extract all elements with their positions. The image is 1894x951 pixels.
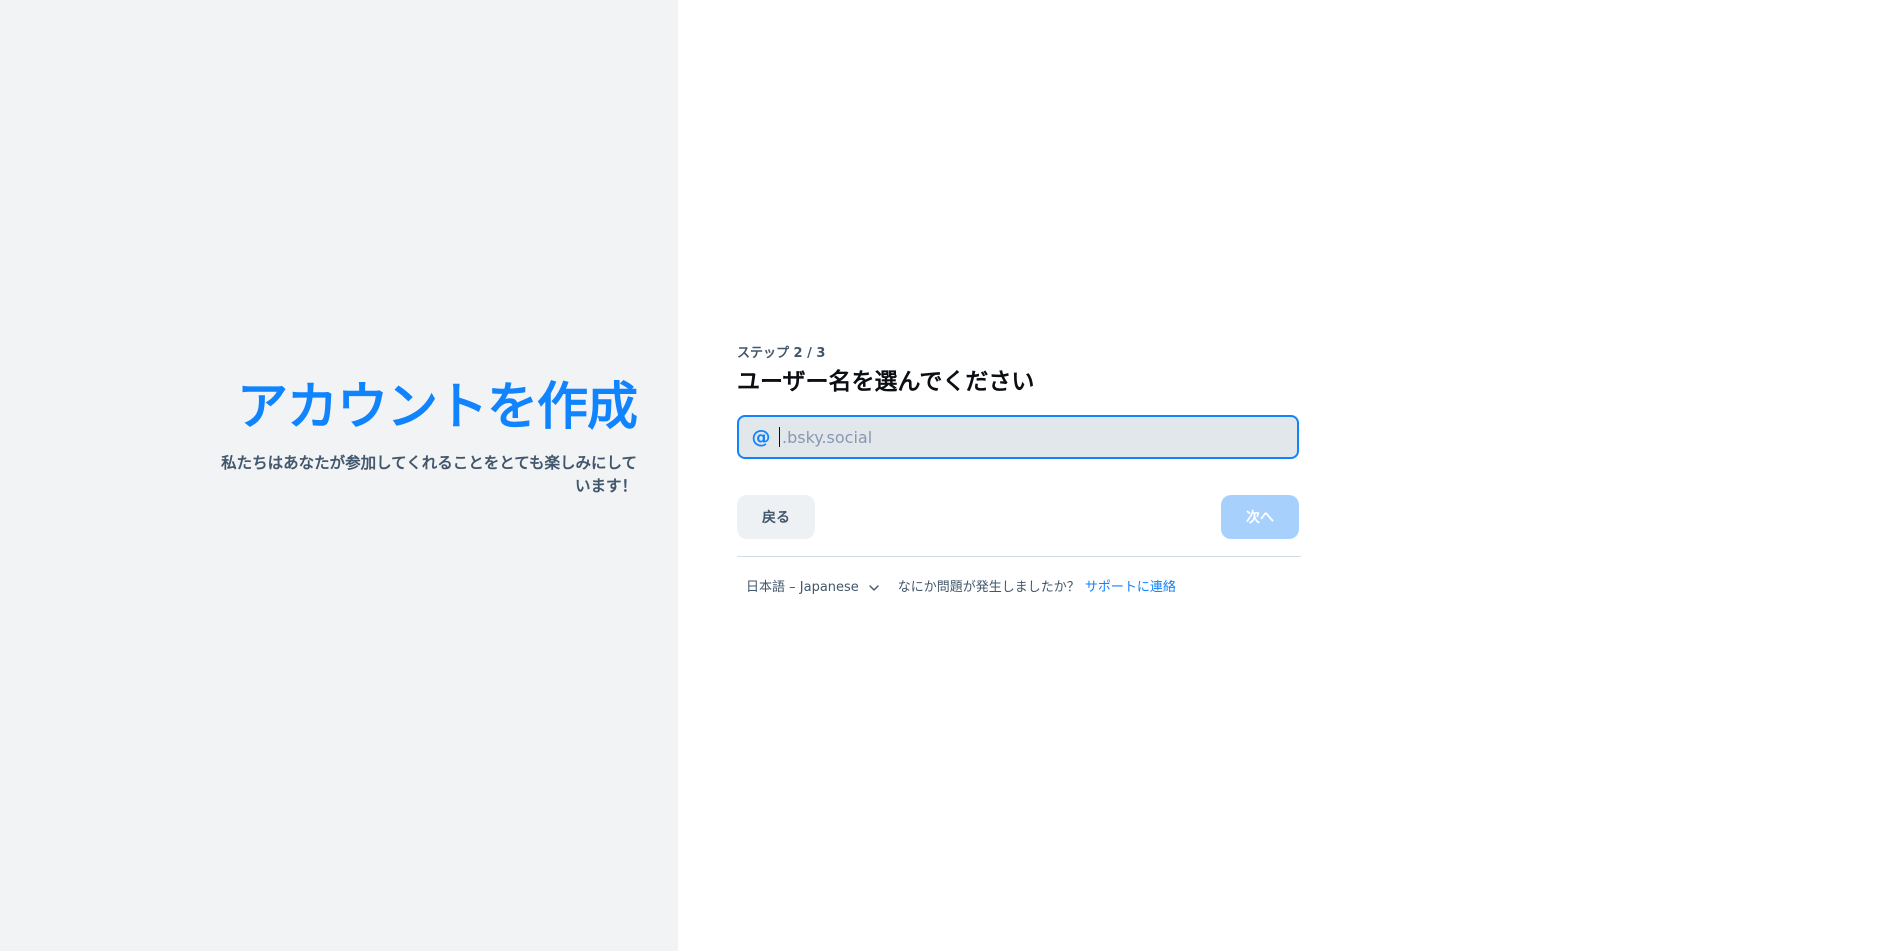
left-panel: アカウントを作成 私たちはあなたが参加してくれることをとても楽しみにしています！ xyxy=(0,0,678,951)
right-panel: ステップ 2 / 3 ユーザー名を選んでください @ 戻る 次へ 日本語 – J… xyxy=(678,0,1894,951)
handle-form: ステップ 2 / 3 ユーザー名を選んでください @ 戻る 次へ 日本語 – J… xyxy=(737,345,1301,597)
at-icon: @ xyxy=(751,426,771,448)
form-buttons: 戻る 次へ xyxy=(737,495,1299,539)
divider xyxy=(737,556,1301,557)
next-button[interactable]: 次へ xyxy=(1221,495,1299,539)
hero-subtitle: 私たちはあなたが参加してくれることをとても楽しみにしています！ xyxy=(221,454,637,495)
help-text: なにか問題が発生しましたか？ xyxy=(897,580,1080,595)
hero-title: アカウントを作成 xyxy=(236,378,638,437)
handle-input[interactable] xyxy=(779,427,1297,447)
footer: 日本語 – Japanese なにか問題が発生しましたか？ サポートに連絡 xyxy=(737,579,1299,597)
chevron-down-icon xyxy=(869,585,879,591)
form-title: ユーザー名を選んでください xyxy=(737,369,1035,395)
language-label: 日本語 – Japanese xyxy=(746,580,859,595)
support-link[interactable]: サポートに連絡 xyxy=(1085,579,1176,597)
back-button[interactable]: 戻る xyxy=(737,495,815,539)
step-label: ステップ 2 / 3 xyxy=(737,346,826,361)
language-select[interactable]: 日本語 – Japanese xyxy=(746,579,881,597)
signup-screen: アカウントを作成 私たちはあなたが参加してくれることをとても楽しみにしています！… xyxy=(0,0,1894,951)
hero: アカウントを作成 私たちはあなたが参加してくれることをとても楽しみにしています！ xyxy=(217,376,638,498)
handle-input-wrapper[interactable]: @ xyxy=(737,415,1299,459)
